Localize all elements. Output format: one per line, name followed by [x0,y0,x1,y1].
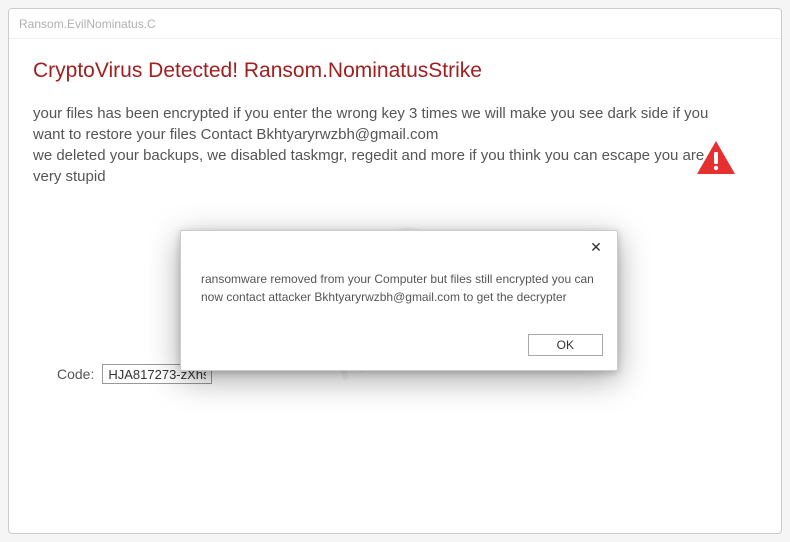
alert-dialog: ✕ ransomware removed from your Computer … [180,230,618,371]
warning-icon [695,139,737,182]
close-button[interactable]: ✕ [575,231,617,263]
dialog-header: ✕ [181,231,617,265]
dialog-message: ransomware removed from your Computer bu… [181,265,617,326]
dialog-footer: OK [181,326,617,370]
code-label: Code: [57,366,94,382]
ransom-message: your files has been encrypted if you ent… [33,103,713,187]
page-heading: CryptoVirus Detected! Ransom.NominatusSt… [33,59,757,83]
ok-button[interactable]: OK [528,334,603,356]
close-icon: ✕ [590,239,602,256]
window-title: Ransom.EvilNominatus.C [19,17,156,31]
titlebar: Ransom.EvilNominatus.C [9,9,781,39]
